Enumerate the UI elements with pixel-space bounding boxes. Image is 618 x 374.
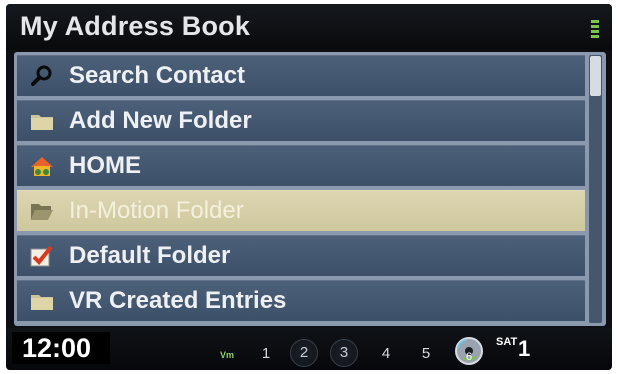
source-label: SAT xyxy=(496,336,518,348)
menu-item-vr-created-entries[interactable]: VR Created Entries xyxy=(17,280,585,321)
menu-item-label: HOME xyxy=(69,151,141,179)
status-bar: 12:00 Vm 1 2 3 4 5 6 SAT 1 xyxy=(6,328,612,370)
checkbox-icon xyxy=(29,243,55,269)
vm-indicator: Vm xyxy=(220,350,235,360)
menu-item-label: Add New Folder xyxy=(69,106,252,134)
preset-1[interactable]: 1 xyxy=(252,342,280,366)
clock: 12:00 xyxy=(12,332,110,364)
address-book-list: Search Contact Add New Folder HOME In-Mo… xyxy=(14,52,606,326)
menu-item-search-contact[interactable]: Search Contact xyxy=(17,55,585,96)
menu-item-label: VR Created Entries xyxy=(69,286,287,314)
scrollbar-thumb[interactable] xyxy=(590,56,601,96)
signal-strength-icon xyxy=(591,20,599,38)
head-unit-screen: My Address Book Search Contact Add New F… xyxy=(6,4,612,370)
folder-icon xyxy=(29,288,55,314)
preset-5[interactable]: 5 xyxy=(412,342,440,366)
menu-item-default-folder[interactable]: Default Folder xyxy=(17,235,585,276)
page-title: My Address Book xyxy=(20,11,251,41)
menu-item-label: In-Motion Folder xyxy=(69,196,244,224)
scrollbar[interactable] xyxy=(589,55,602,323)
home-icon xyxy=(29,153,55,179)
folder-icon xyxy=(29,108,55,134)
disc-number: 6 xyxy=(465,351,473,363)
menu-item-add-new-folder[interactable]: Add New Folder xyxy=(17,100,585,141)
menu-item-label: Default Folder xyxy=(69,241,231,269)
title-bar: My Address Book xyxy=(6,4,612,50)
preset-3[interactable]: 3 xyxy=(330,339,358,367)
menu-item-in-motion-folder[interactable]: In-Motion Folder xyxy=(17,190,585,231)
preset-4[interactable]: 4 xyxy=(372,342,400,366)
preset-2[interactable]: 2 xyxy=(290,339,318,367)
magnifier-icon xyxy=(29,63,55,89)
source-channel: 1 xyxy=(518,336,531,361)
menu-item-home[interactable]: HOME xyxy=(17,145,585,186)
open-folder-icon xyxy=(29,198,55,224)
menu-item-label: Search Contact xyxy=(69,61,246,89)
